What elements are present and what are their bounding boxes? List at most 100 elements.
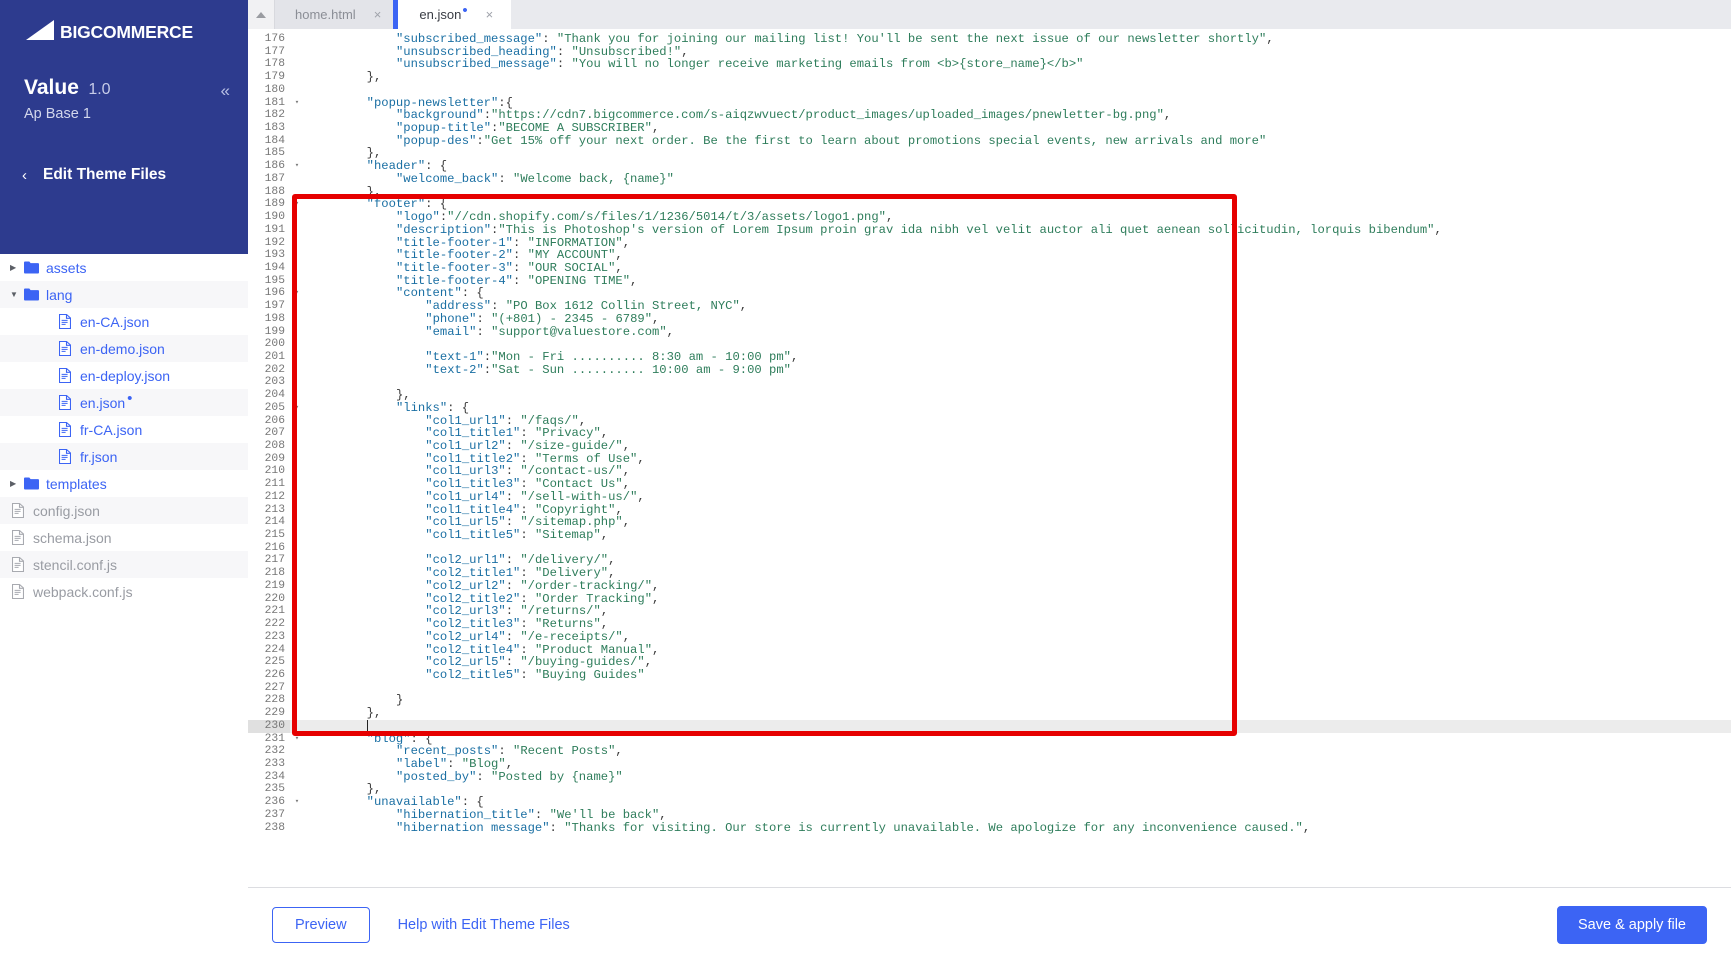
line-number: 203 — [264, 376, 285, 389]
line-number: 224 — [264, 643, 285, 656]
code-line[interactable]: 204 }, — [248, 389, 1731, 402]
sidebar-header: BIGCOMMERCE Value 1.0 Ap Base 1 « ‹ Edit… — [0, 0, 248, 254]
file-icon — [57, 368, 73, 384]
code-line[interactable]: 187 "welcome_back": "Welcome back, {name… — [248, 173, 1731, 186]
code-line[interactable]: 228 } — [248, 694, 1731, 707]
tree-item-fr-ca-json[interactable]: ▶fr-CA.json — [0, 416, 248, 443]
line-number: 216 — [264, 541, 285, 554]
line-number: 188 — [264, 185, 285, 198]
tree-item-stencil-conf-js[interactable]: stencil.conf.js — [0, 551, 248, 578]
fold-toggle-icon[interactable]: ▾ — [290, 198, 304, 211]
code-line[interactable]: 238 "hibernation message": "Thanks for v… — [248, 821, 1731, 835]
tree-item-en-deploy-json[interactable]: ▶en-deploy.json — [0, 362, 248, 389]
code-line[interactable]: 202 "text-2":"Sat - Sun .......... 10:00… — [248, 362, 1731, 377]
close-icon[interactable]: × — [374, 7, 382, 22]
code-line[interactable]: 184 "popup-des":"Get 15% off your next o… — [248, 134, 1731, 148]
fold-toggle-icon[interactable]: ▾ — [290, 402, 304, 415]
code-text: "text-2":"Sat - Sun .......... 10:00 am … — [425, 362, 791, 377]
code-line[interactable]: 234 "posted_by": "Posted by {name}" — [248, 770, 1731, 784]
fold-toggle-icon[interactable]: ▾ — [290, 287, 304, 300]
file-icon — [10, 503, 26, 519]
editor-tab-home-html[interactable]: home.html × — [275, 0, 394, 29]
tree-item-label: en-demo.json — [80, 340, 165, 357]
line-number: 222 — [264, 618, 285, 631]
line-number: 178 — [264, 58, 285, 71]
code-line[interactable]: 203 — [248, 376, 1731, 389]
unsaved-changes-dot: • — [127, 390, 133, 407]
tree-item-webpack-conf-js[interactable]: webpack.conf.js — [0, 578, 248, 605]
tree-item-label: assets — [46, 259, 87, 276]
line-number: 226 — [264, 668, 285, 681]
code-line[interactable]: 185 }, — [248, 147, 1731, 160]
line-number: 180 — [264, 83, 285, 96]
fold-toggle-icon[interactable]: ▾ — [290, 796, 304, 809]
help-link[interactable]: Help with Edit Theme Files — [392, 916, 576, 934]
fold-toggle-icon[interactable]: ▾ — [290, 97, 304, 110]
line-number: 205 — [264, 401, 285, 414]
tree-item-en-demo-json[interactable]: ▶en-demo.json — [0, 335, 248, 362]
tree-item-config-json[interactable]: config.json — [0, 497, 248, 524]
tree-item-en-json[interactable]: ▶en.json• — [0, 389, 248, 416]
close-icon[interactable]: × — [486, 7, 494, 22]
code-line[interactable]: 215 "col1_title5": "Sitemap", — [248, 529, 1731, 542]
tree-item-assets[interactable]: ▶ assets — [0, 254, 248, 281]
theme-name: Value — [24, 76, 79, 99]
theme-variant: Ap Base 1 — [24, 106, 91, 122]
sidebar: BIGCOMMERCE Value 1.0 Ap Base 1 « ‹ Edit… — [0, 0, 248, 962]
line-number: 236 — [264, 796, 285, 809]
collapse-sidebar-icon[interactable]: « — [221, 82, 230, 99]
logo-text: BIGCOMMERCE — [60, 22, 193, 42]
caret-right-icon[interactable]: ▶ — [10, 479, 23, 488]
code-text: "unsubscribed_message": "You will no lon… — [395, 57, 1084, 72]
triangle-up-icon — [256, 11, 266, 18]
code-line[interactable]: 178 "unsubscribed_message": "You will no… — [248, 58, 1731, 71]
code-line[interactable]: 227 — [248, 682, 1731, 695]
code-line[interactable]: 199 "email": "support@valuestore.com", — [248, 325, 1731, 339]
editor-tabbar: home.html × en.json • × — [248, 0, 1731, 29]
file-icon — [57, 449, 73, 465]
line-number: 215 — [264, 529, 285, 542]
code-lines: 176 "subscribed_message": "Thank you for… — [248, 29, 1731, 834]
tree-item-label: fr-CA.json — [80, 421, 143, 438]
line-number: 230 — [248, 719, 290, 733]
caret-down-icon[interactable]: ▼ — [10, 290, 23, 299]
fold-toggle-icon[interactable]: ▾ — [290, 160, 304, 173]
code-text: }, — [366, 70, 382, 85]
code-editor[interactable]: 176 "subscribed_message": "Thank you for… — [248, 29, 1731, 887]
file-icon — [57, 314, 73, 330]
tree-item-en-ca-json[interactable]: ▶en-CA.json — [0, 308, 248, 335]
line-number: 223 — [264, 630, 285, 643]
tree-item-fr-json[interactable]: ▶fr.json — [0, 443, 248, 470]
code-line[interactable]: 229 }, — [248, 707, 1731, 720]
sidebar-item-edit-theme-files[interactable]: ‹ Edit Theme Files — [22, 166, 166, 184]
line-number: 225 — [264, 656, 285, 669]
line-number: 212 — [264, 490, 285, 503]
code-line[interactable]: 230 — [248, 719, 1731, 733]
preview-button[interactable]: Preview — [272, 907, 370, 943]
line-number: 210 — [264, 465, 285, 478]
code-line[interactable]: 188 }, — [248, 185, 1731, 199]
sidebar-section-title: Edit Theme Files — [43, 166, 167, 183]
save-and-apply-button[interactable]: Save & apply file — [1556, 906, 1707, 944]
tree-item-lang[interactable]: ▼ lang — [0, 281, 248, 308]
tree-item-label: stencil.conf.js — [33, 556, 118, 573]
fold-toggle-icon[interactable]: ▾ — [290, 733, 304, 746]
tree-item-templates[interactable]: ▶ templates — [0, 470, 248, 497]
tree-item-label: schema.json — [33, 529, 112, 546]
line-number: 200 — [264, 338, 285, 351]
code-line[interactable]: 226 "col2_title5": "Buying Guides" — [248, 669, 1731, 682]
editor-tab-en-json[interactable]: en.json • × — [393, 0, 512, 29]
scroll-up-button[interactable] — [248, 0, 275, 29]
code-line[interactable]: 179 }, — [248, 71, 1731, 84]
tree-item-schema-json[interactable]: schema.json — [0, 524, 248, 551]
line-number: 204 — [264, 389, 285, 402]
caret-right-icon[interactable]: ▶ — [10, 263, 23, 272]
file-icon — [57, 395, 73, 411]
line-number: 197 — [264, 300, 285, 313]
line-number: 235 — [264, 783, 285, 796]
line-number: 202 — [264, 363, 285, 376]
line-number: 190 — [264, 211, 285, 224]
file-icon — [57, 422, 73, 438]
tree-item-label: config.json — [33, 502, 100, 519]
tree-item-label: fr.json — [80, 448, 118, 465]
